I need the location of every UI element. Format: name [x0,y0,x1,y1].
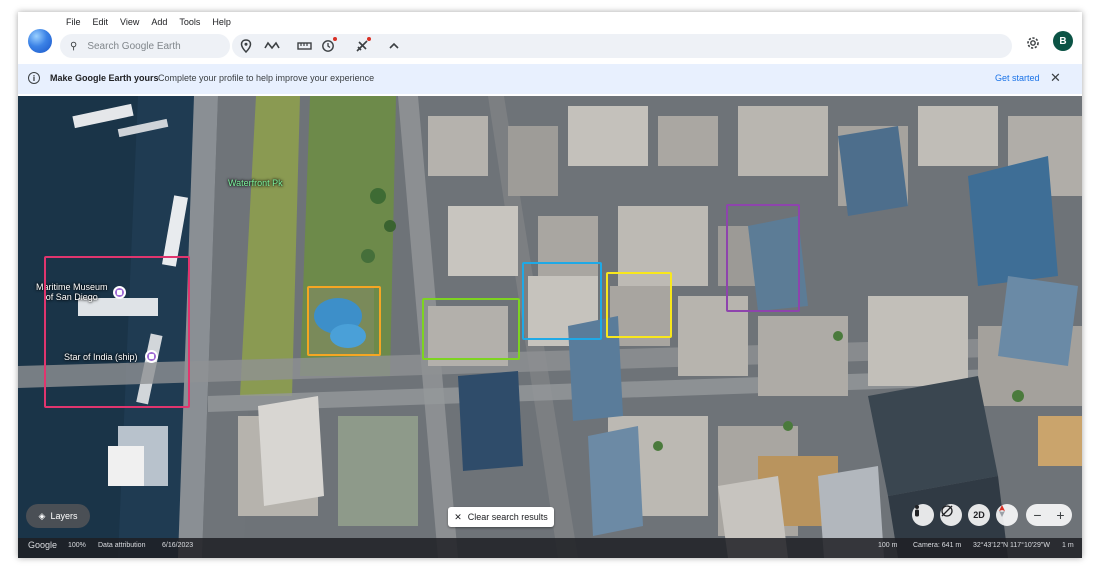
elevation: 1 m [1062,542,1074,549]
banner-close-icon[interactable]: ✕ [1050,70,1061,86]
project-icon[interactable] [352,36,372,56]
zoom-out-icon[interactable]: − [1033,507,1041,523]
scale-bar: 100 m [878,542,898,549]
tilt-toggle-icon[interactable] [940,504,962,526]
highlight-box-green [422,298,520,360]
banner-text: Complete your profile to help improve yo… [158,73,375,83]
history-badge-dot [333,37,337,41]
camera-altitude: Camera: 641 m [913,542,962,549]
top-bar: File Edit View Add Tools Help ⚲ Search G… [18,12,1082,62]
account-avatar[interactable]: B [1053,31,1073,51]
google-earth-window: File Edit View Add Tools Help ⚲ Search G… [18,12,1082,558]
profile-banner: i Make Google Earth yours Complete your … [18,64,1082,94]
project-badge-dot [367,37,371,41]
place-pin-icon[interactable] [236,36,256,56]
layers-icon: ◈ [38,510,46,521]
menu-file[interactable]: File [60,17,87,27]
highlight-box-blue [522,262,602,340]
zoom-in-icon[interactable]: + [1056,507,1064,523]
settings-gear-icon[interactable] [1022,32,1044,54]
search-icon: ⚲ [70,40,78,52]
street-view-pegman-icon[interactable] [912,504,934,526]
compass-icon[interactable] [996,504,1018,526]
history-icon[interactable] [318,36,338,56]
menu-help[interactable]: Help [206,17,237,27]
clear-search-results-button[interactable]: ✕ Clear search results [448,507,554,527]
zoom-control: − + [1026,504,1072,526]
status-bar: Google 100% Data attribution 6/16/2023 1… [18,538,1082,558]
menu-bar: File Edit View Add Tools Help [60,17,237,27]
search-box[interactable]: ⚲ [60,34,230,58]
banner-title: Make Google Earth yours [50,73,159,83]
highlight-box-yellow [606,272,672,338]
get-started-link[interactable]: Get started [995,73,1040,83]
search-input[interactable] [85,39,216,53]
google-earth-logo-icon[interactable] [28,29,52,53]
waterfront-park-label[interactable]: Waterfront Pk [228,178,283,188]
toolbar-strip [232,34,1012,58]
layers-label: Layers [50,511,78,521]
menu-view[interactable]: View [114,17,145,27]
imagery-date: 6/16/2023 [162,542,194,549]
zoom-percent: 100% [68,542,86,549]
data-attribution-link[interactable]: Data attribution [98,542,145,549]
menu-tools[interactable]: Tools [173,17,206,27]
google-brand: Google [28,540,58,550]
cursor-coordinates: 32°43'12"N 117°10'29"W [973,542,1050,549]
menu-edit[interactable]: Edit [87,17,115,27]
highlight-box-orange [307,286,381,356]
menu-add[interactable]: Add [145,17,173,27]
highlight-box-purple [726,204,800,312]
measure-ruler-icon[interactable] [294,36,314,56]
view-2d-button[interactable]: 2D [968,504,990,526]
clear-search-label: Clear search results [467,512,548,522]
clear-close-icon: ✕ [454,511,462,522]
highlight-box-pink [44,256,190,408]
collapse-chevron-icon[interactable] [384,36,404,56]
map-view[interactable]: Waterfront Pk Maritime Museum of San Dieg… [18,96,1082,558]
layers-button[interactable]: ◈ Layers [26,504,90,528]
path-icon[interactable] [262,36,282,56]
info-icon: i [28,72,40,84]
